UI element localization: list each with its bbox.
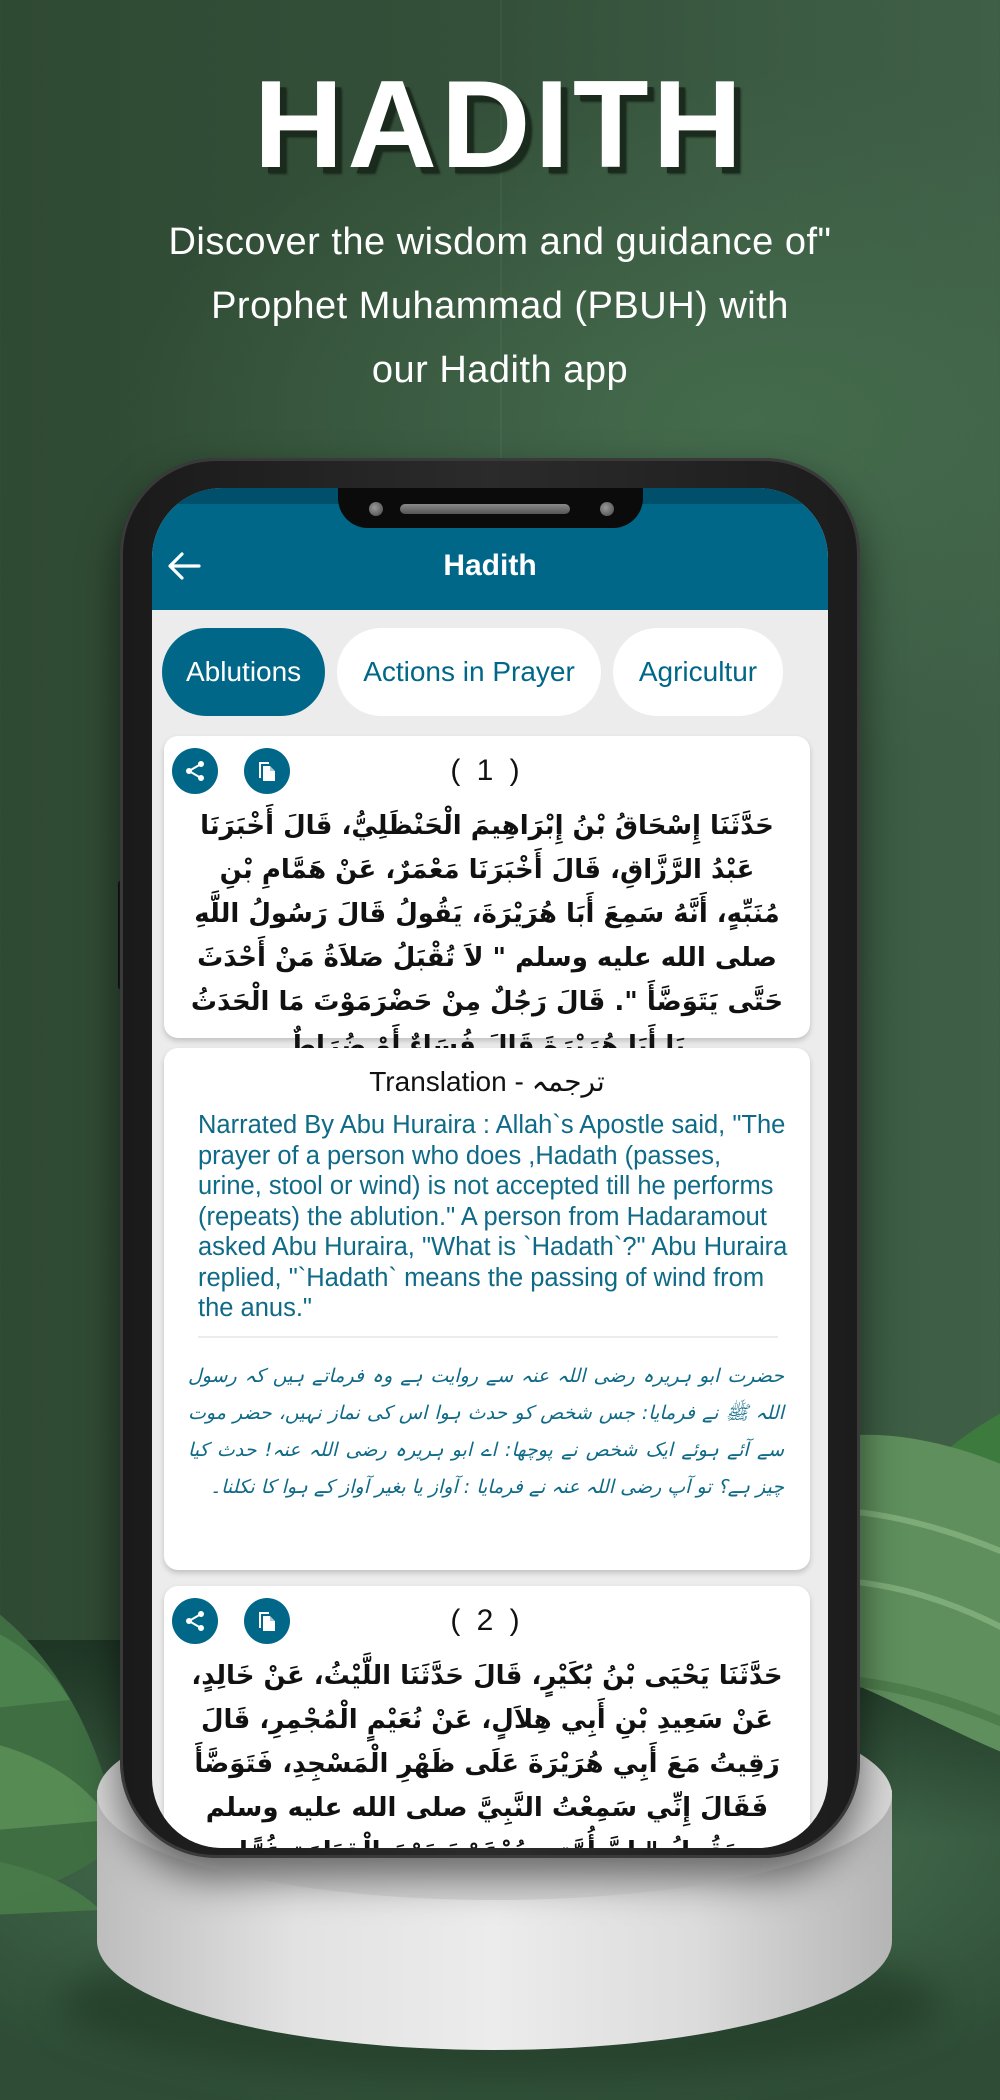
phone-camera <box>369 502 383 516</box>
hero-subtitle-line: Discover the wisdom and guidance of" <box>168 221 832 263</box>
hadith-card: ( 2 ) حَدَّثَنَا يَحْيَى بْنُ بُكَيْرٍ، … <box>164 1586 810 1848</box>
page-title: Hadith <box>443 549 537 582</box>
copy-icon <box>259 1612 275 1631</box>
hadith-arabic-text: حَدَّثَنَا إِسْحَاقُ بْنُ إِبْرَاهِيمَ ا… <box>190 811 784 1061</box>
phone-screen: Hadith Ablutions Actions in Prayer Agric… <box>152 488 828 1848</box>
hero-subtitle-line: Prophet Muhammad (PBUH) with <box>211 285 789 327</box>
category-tabs: Ablutions Actions in Prayer Agricultur <box>162 628 828 720</box>
translation-heading: Translation - ترجمہ <box>369 1066 605 1097</box>
translation-urdu: حضرت ابو ہریرہ رضی اللہ عنہ سے روایت ہے … <box>188 1365 784 1498</box>
hadith-arabic-text: حَدَّثَنَا يَحْيَى بْنُ بُكَيْرٍ، قَالَ … <box>191 1661 783 1848</box>
phone-sensor <box>600 502 614 516</box>
tab-agriculture[interactable]: Agricultur <box>612 628 784 716</box>
copy-button[interactable] <box>244 748 290 794</box>
translation-card: Translation - ترجمہ Narrated By Abu Hura… <box>164 1048 810 1570</box>
divider <box>198 1336 778 1338</box>
tab-actions-in-prayer[interactable]: Actions in Prayer <box>337 628 601 716</box>
hero-title: HADITH <box>253 56 747 194</box>
share-icon <box>186 761 204 781</box>
share-icon <box>186 1611 204 1631</box>
phone-speaker <box>400 504 570 514</box>
share-button[interactable] <box>172 748 218 794</box>
tab-ablutions[interactable]: Ablutions <box>162 628 326 716</box>
copy-button[interactable] <box>244 1598 290 1644</box>
hadith-card: ( 1 ) حَدَّثَنَا إِسْحَاقُ بْنُ إِبْرَاه… <box>164 736 810 1061</box>
translation-english: Narrated By Abu Huraira : Allah`s Apostl… <box>198 1111 788 1322</box>
hero-subtitle: Discover the wisdom and guidance of" Pro… <box>0 210 1000 402</box>
copy-icon <box>259 762 275 781</box>
hero-subtitle-line: our Hadith app <box>371 349 629 391</box>
share-button[interactable] <box>172 1598 218 1644</box>
